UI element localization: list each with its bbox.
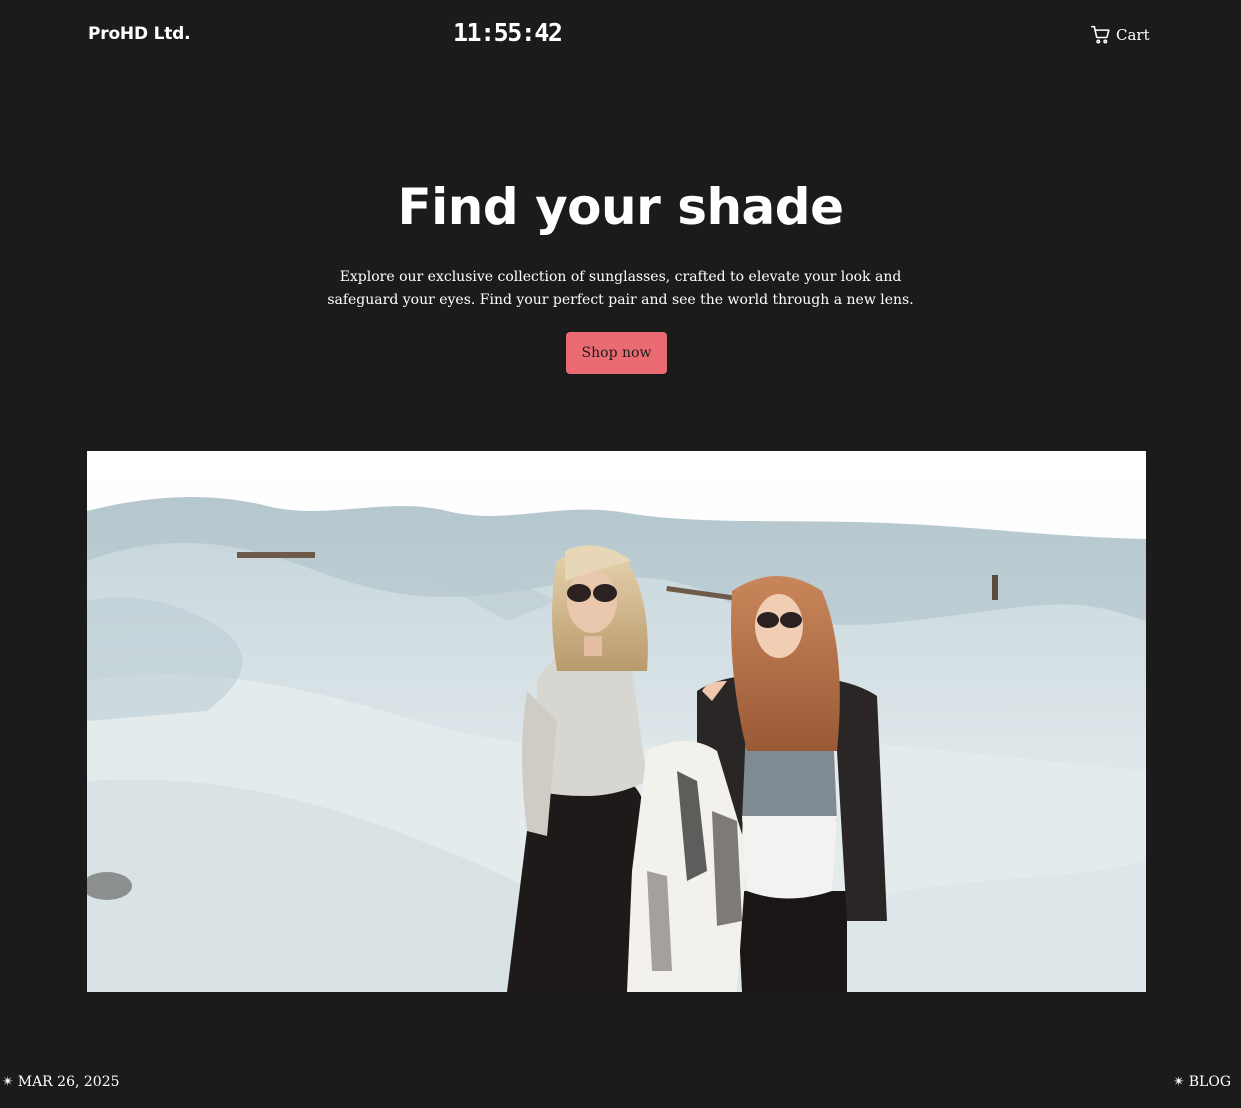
blog-label: BLOG xyxy=(1188,1074,1231,1090)
hero-photo xyxy=(87,451,1146,992)
brand-logo[interactable]: ProHD Ltd. xyxy=(88,24,191,44)
shop-now-button[interactable]: Shop now xyxy=(566,332,667,374)
cart-label: Cart xyxy=(1116,25,1150,44)
clock-display: 11:55:42 xyxy=(453,18,563,47)
site-header: ProHD Ltd. 11:55:42 Cart xyxy=(0,0,1241,70)
star-icon: ✴ xyxy=(1173,1074,1185,1090)
blog-link[interactable]: ✴ BLOG xyxy=(1173,1074,1231,1090)
hero-image xyxy=(87,451,1146,992)
hero-description: Explore our exclusive collection of sung… xyxy=(327,269,914,308)
cart-link[interactable]: Cart xyxy=(1090,24,1150,45)
star-icon: ✴ xyxy=(2,1074,14,1090)
date-label: MAR 26, 2025 xyxy=(17,1074,120,1090)
hero-title: Find your shade xyxy=(397,178,845,236)
shopping-cart-icon xyxy=(1090,25,1110,44)
footer-date: ✴ MAR 26, 2025 xyxy=(2,1074,120,1090)
